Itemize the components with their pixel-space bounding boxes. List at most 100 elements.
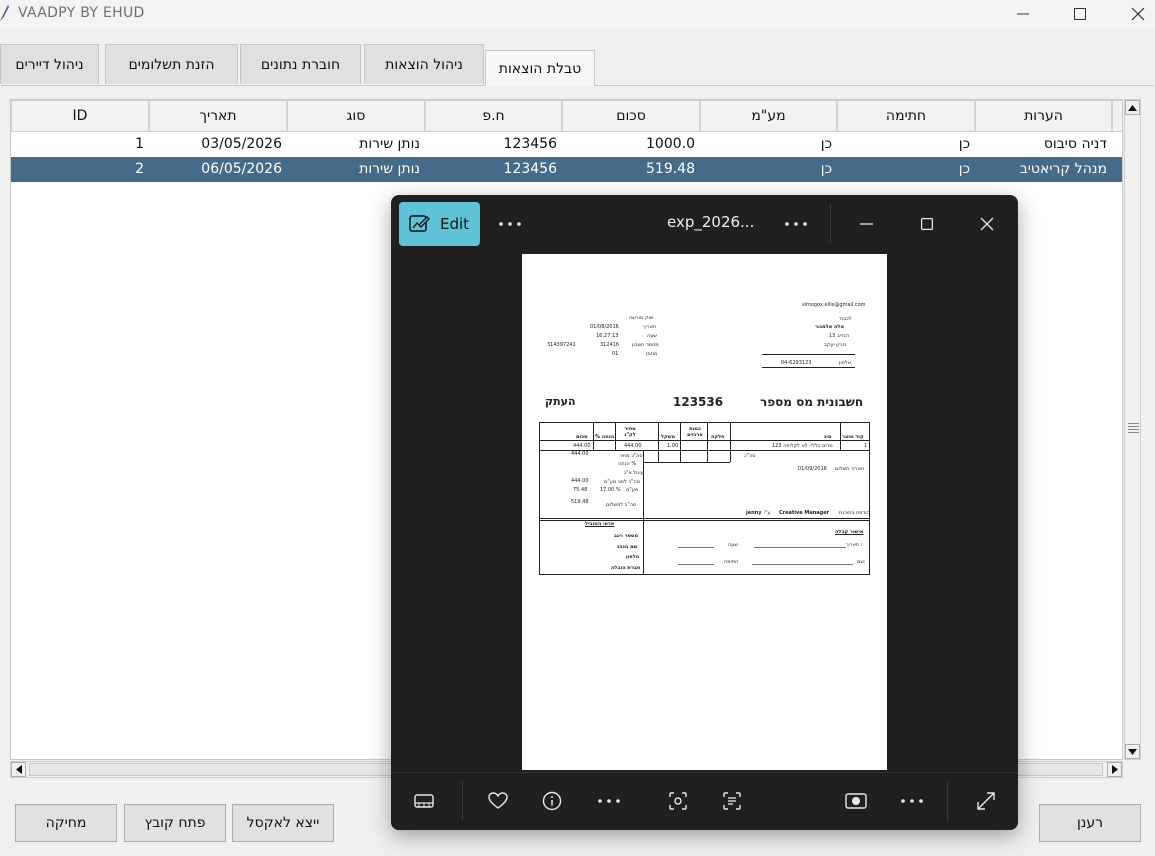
- doc-line: [539, 574, 870, 575]
- cell-vat: כן: [820, 161, 832, 177]
- favorite-button[interactable]: [485, 788, 511, 814]
- scroll-grip: [1128, 429, 1139, 430]
- doc-before-vat: 444.00: [571, 478, 589, 484]
- doc-rdate-label: תאריך :: [846, 542, 863, 548]
- doc-discount-label: הנחה %: [618, 461, 637, 467]
- delete-button[interactable]: מחיקה: [15, 804, 117, 842]
- export-excel-button[interactable]: ייצא לאקסל: [232, 804, 334, 842]
- column-header-type[interactable]: סוג: [287, 100, 425, 132]
- column-header-amount[interactable]: סכום: [562, 100, 700, 132]
- visual-search-button[interactable]: [665, 788, 691, 814]
- doc-sum-price-label: סה"כ מחיר: [619, 453, 643, 459]
- cell-type: נותן שירות: [359, 136, 420, 152]
- maximize-button[interactable]: [1052, 0, 1108, 28]
- scroll-left-button[interactable]: [11, 762, 26, 777]
- tab-expenses-management[interactable]: ניהול הוצאות: [364, 44, 484, 84]
- doc-address1: הנדיב 13: [829, 333, 849, 339]
- arrow-right-icon: [1111, 765, 1118, 774]
- window-title: VAADPY BY EHUD: [18, 5, 145, 21]
- doc-customer-name: אלה אלמגור: [815, 324, 845, 330]
- info-button[interactable]: [539, 788, 565, 814]
- tab-payments-entry[interactable]: הזנת תשלומים: [105, 44, 238, 84]
- scroll-up-button[interactable]: [1125, 100, 1140, 115]
- cell-notes: מנהל קריאטיב: [1019, 161, 1107, 177]
- doc-time-label: שעה: [647, 333, 657, 339]
- maximize-icon: [1074, 8, 1086, 20]
- table-row[interactable]: 1 03/05/2026 נותן שירות 123456 1000.0 כן…: [11, 132, 1122, 157]
- minimize-icon: [859, 223, 873, 225]
- doc-line: [539, 518, 870, 519]
- cell-amount: 519.48: [646, 161, 695, 177]
- tab-residents[interactable]: ניהול דיירים: [0, 44, 99, 84]
- viewer-close-button[interactable]: [972, 212, 1002, 236]
- background-blur-button[interactable]: [843, 788, 869, 814]
- scroll-grip: [1128, 423, 1139, 424]
- cell-signature: כן: [958, 136, 970, 152]
- refresh-button[interactable]: רענן: [1039, 804, 1141, 842]
- column-header-signature[interactable]: חתימה: [837, 100, 975, 132]
- tab-expenses-table[interactable]: טבלת הוצאות: [485, 50, 595, 86]
- doc-pay-date-label: תאריך תשלום: [835, 466, 865, 472]
- cell-id: 1: [135, 136, 144, 152]
- arrow-up-icon: [1128, 104, 1137, 111]
- fullscreen-button[interactable]: [973, 788, 999, 814]
- edit-button[interactable]: Edit: [399, 202, 480, 246]
- doc-email: slmogox.ellis@gmail.com: [802, 302, 866, 308]
- scroll-right-button[interactable]: [1107, 762, 1122, 777]
- cell-notes: דניה סיבוס: [1043, 136, 1107, 152]
- text-recognition-button[interactable]: [719, 788, 745, 814]
- scroll-down-button[interactable]: [1125, 744, 1140, 759]
- maximize-icon: [921, 218, 933, 230]
- arrow-down-icon: [1128, 748, 1137, 755]
- doc-vat-label: מע"מ: [626, 487, 639, 493]
- more-options-button[interactable]: [495, 212, 525, 236]
- doc-line: [615, 422, 616, 450]
- doc-user: jenny: [746, 510, 762, 516]
- column-header-vat[interactable]: מע"מ: [700, 100, 837, 132]
- viewer-minimize-button[interactable]: [851, 212, 881, 236]
- column-header-notes[interactable]: הערות: [975, 100, 1112, 132]
- viewer-maximize-button[interactable]: [912, 212, 942, 236]
- doc-total-label: סה"כ: [744, 453, 756, 459]
- vertical-scrollbar[interactable]: [1124, 99, 1141, 760]
- doc-rounding-label: עיגול א"ג: [624, 470, 644, 476]
- cell-type: נותן שירות: [359, 161, 420, 177]
- doc-time-value: 16:27:13: [596, 333, 619, 339]
- toolbar-more-button[interactable]: [594, 788, 624, 814]
- minimize-button[interactable]: [995, 0, 1051, 28]
- doc-item-weight: 1.00: [667, 443, 679, 449]
- doc-col-desc: סוג: [824, 434, 832, 440]
- doc-col-price: מחיר לק"ג: [624, 426, 636, 438]
- scroll-grip: [1128, 426, 1139, 427]
- doc-title: חשבונית מס מספר: [760, 395, 864, 409]
- photo-viewer-window[interactable]: Edit exp_2026... slmogox.ellis@gmail.com…: [391, 195, 1018, 830]
- doc-line: [707, 422, 708, 462]
- cell-hp: 123456: [503, 161, 557, 177]
- divider: [462, 781, 463, 821]
- doc-line: [762, 367, 855, 368]
- column-header-date[interactable]: תאריך: [149, 100, 287, 132]
- doc-address2: זכרון יעקב: [824, 342, 847, 348]
- doc-rname-label: שם:: [857, 559, 866, 565]
- column-header-hp[interactable]: ח.פ: [425, 100, 562, 132]
- doc-driver-label: שם הנהג: [617, 544, 638, 550]
- toolbar-more-button-2[interactable]: [897, 788, 927, 814]
- column-header-id[interactable]: ID: [11, 100, 149, 132]
- doc-by-label: ע"י: [764, 510, 771, 516]
- tab-data-booklet[interactable]: חוברת נתונים: [240, 44, 361, 84]
- open-file-button[interactable]: פתח קובץ: [124, 804, 226, 842]
- table-row-selected[interactable]: 2 06/05/2026 נותן שירות 123456 519.48 כן…: [11, 157, 1122, 182]
- filmstrip-button[interactable]: [411, 788, 437, 814]
- scan-text-icon: [723, 792, 741, 810]
- title-more-button[interactable]: [781, 212, 811, 236]
- doc-line: [593, 422, 594, 450]
- close-button[interactable]: [1110, 0, 1155, 28]
- doc-number: 123536: [673, 395, 724, 409]
- doc-manager: Creative Manager: [779, 510, 830, 516]
- arrow-left-icon: [15, 765, 22, 774]
- doc-item-total: 444.00: [573, 443, 591, 449]
- doc-rtime-label: שעה: [728, 542, 738, 548]
- doc-item-code: 1: [864, 443, 868, 449]
- more-icon: [499, 222, 521, 226]
- minimize-icon: [1017, 13, 1029, 15]
